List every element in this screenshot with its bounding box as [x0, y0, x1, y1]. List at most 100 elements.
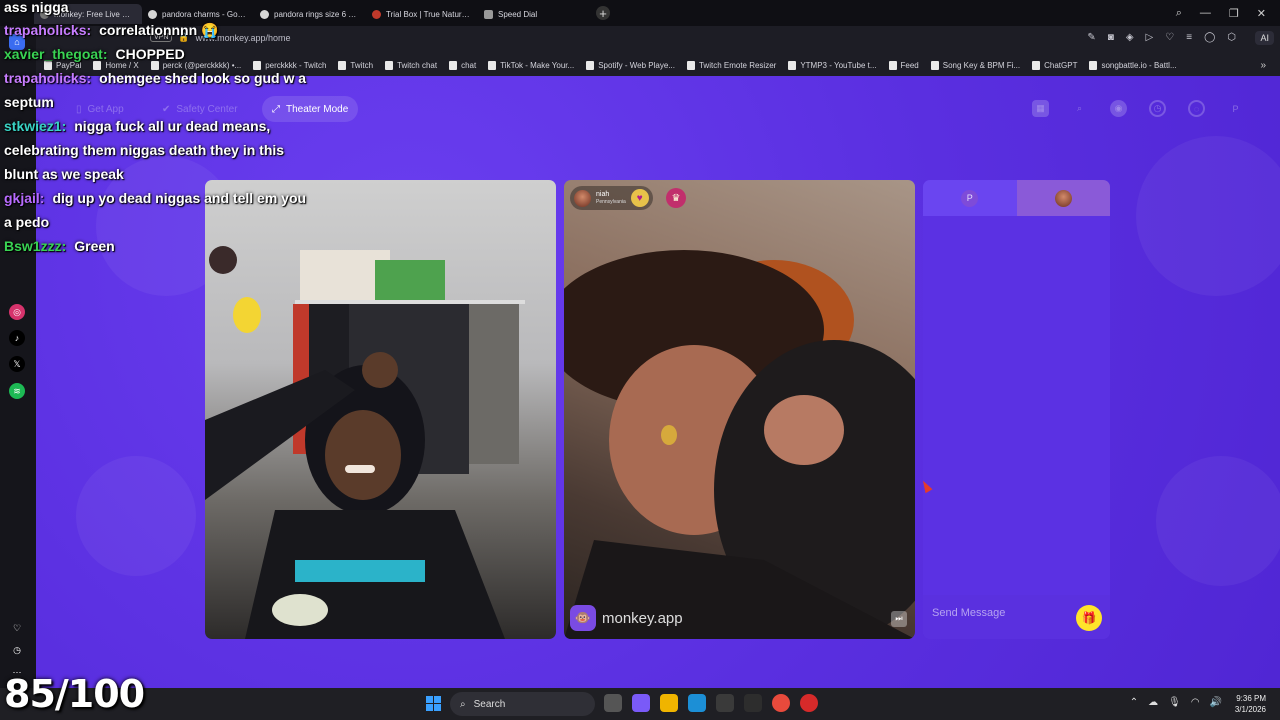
- theater-mode-button[interactable]: ⤢ Theater Mode: [262, 96, 359, 122]
- maximize-button[interactable]: ❐: [1229, 7, 1239, 20]
- menu-icon[interactable]: ≡: [1186, 32, 1192, 43]
- gift-badge-icon[interactable]: ♛: [666, 188, 686, 208]
- check-shield-icon: ✔: [162, 103, 171, 115]
- shield-icon[interactable]: ◈: [1126, 32, 1134, 43]
- bookmark[interactable]: songbattle.io - Battl...: [1089, 60, 1177, 70]
- shop-icon[interactable]: ▦: [1032, 100, 1049, 117]
- windows-taskbar: ⌕ Search ⌃ ☁ 🎙 ◠ 🔊 9:36 PM 3/1/2026: [0, 688, 1280, 720]
- screen: Monkey: Free Live Video C pandora charms…: [0, 0, 1280, 720]
- copilot-icon[interactable]: [632, 694, 650, 712]
- stream-score-overlay: 85/100: [4, 672, 145, 716]
- close-button[interactable]: ✕: [1257, 7, 1266, 20]
- bookmark-icon: [586, 60, 595, 70]
- heart-icon[interactable]: ♡: [1165, 32, 1174, 43]
- bookmark[interactable]: TikTok - Make Your...: [488, 60, 574, 70]
- tiktok-icon[interactable]: ♪: [9, 330, 25, 346]
- peer-info-badge[interactable]: niah Pennsylvania ♥: [570, 186, 653, 210]
- bookmark-icon: [788, 60, 797, 70]
- store-icon[interactable]: [716, 694, 734, 712]
- volume-icon[interactable]: 🔊: [1210, 697, 1222, 708]
- chrome-icon[interactable]: [772, 694, 790, 712]
- camera-icon[interactable]: ◙: [1108, 32, 1114, 43]
- bookmark-icon: [488, 60, 497, 70]
- skip-icon[interactable]: ⏭: [891, 611, 907, 627]
- bookmark[interactable]: Twitch: [338, 60, 373, 70]
- chat-message: celebrating them niggas death they in th…: [4, 142, 285, 158]
- held-object: [272, 594, 328, 626]
- bookmark[interactable]: Spotify - Web Playe...: [586, 60, 675, 70]
- messages-icon[interactable]: ◌: [1188, 100, 1205, 117]
- windows-start-icon[interactable]: [426, 696, 441, 711]
- taskbar-search[interactable]: ⌕ Search: [450, 692, 595, 716]
- window-controls: ⌕ — ❐ ✕: [1176, 0, 1280, 26]
- chat-tab-peer[interactable]: [1016, 180, 1110, 216]
- play-icon[interactable]: ▷: [1146, 32, 1154, 43]
- google-favicon-icon: [148, 9, 157, 19]
- chat-message: blunt as we speak: [4, 166, 124, 182]
- chat-message: xavier_thegoat: CHOPPED: [4, 46, 185, 62]
- taskbar-clock[interactable]: 9:36 PM 3/1/2026: [1235, 693, 1266, 715]
- coin-icon[interactable]: ◉: [1110, 100, 1127, 117]
- pikachu-plush: [233, 297, 261, 333]
- background-blob: [1156, 456, 1280, 586]
- profile-icon[interactable]: P: [1227, 100, 1244, 117]
- x-icon[interactable]: 𝕏: [9, 356, 25, 372]
- shirt-detail: [295, 560, 425, 582]
- more-bookmarks-icon[interactable]: »: [1260, 60, 1266, 71]
- chat-tab-self[interactable]: P: [923, 180, 1017, 216]
- peer-video: niah Pennsylvania ♥ ♛ 🐵 monkey.app ⏭: [564, 180, 915, 639]
- ai-button[interactable]: AI: [1255, 31, 1274, 45]
- background-blob: [76, 456, 196, 576]
- peer-location: Pennsylvania: [596, 199, 626, 205]
- bookmark[interactable]: Twitch chat: [385, 60, 437, 70]
- bookmark[interactable]: Song Key & BPM Fi...: [930, 60, 1020, 70]
- chat-tabs: P: [923, 180, 1110, 216]
- chat-message: trapaholicks: correlationnnn 😭: [4, 22, 219, 38]
- tab-speed-dial[interactable]: Speed Dial: [478, 4, 588, 24]
- new-tab-button[interactable]: +: [596, 6, 610, 20]
- peer-earring: [661, 425, 677, 445]
- tab-trial-box[interactable]: Trial Box | True Nature Me: [366, 4, 478, 24]
- chevron-up-icon[interactable]: ⌃: [1130, 697, 1138, 708]
- bookmark[interactable]: Feed: [888, 60, 919, 70]
- search-tabs-icon[interactable]: ⌕: [1176, 7, 1182, 20]
- history-icon[interactable]: ◷: [9, 642, 25, 658]
- heart-icon[interactable]: ♥: [630, 189, 649, 207]
- expand-icon: ⤢: [272, 103, 280, 115]
- edit-icon[interactable]: ✎: [1087, 32, 1095, 43]
- spotify-icon[interactable]: ≋: [9, 383, 25, 399]
- plush-toy: [209, 246, 237, 274]
- mic-icon[interactable]: 🎙: [1168, 697, 1181, 708]
- tab-pandora-rings[interactable]: pandora rings size 6 - Goo: [254, 4, 366, 24]
- toolbar-icons: ✎ ◙ ◈ ▷ ♡ ≡ ◯ ⬡: [1087, 32, 1236, 43]
- monkey-logo-icon: 🐵: [570, 605, 596, 631]
- bookmark-icon: [338, 60, 347, 70]
- tab-pandora-charms[interactable]: pandora charms - Google: [142, 4, 254, 24]
- background-blob: [1136, 136, 1280, 296]
- wifi-icon[interactable]: ◠: [1191, 697, 1200, 708]
- instagram-icon[interactable]: ◎: [9, 304, 25, 320]
- minimize-button[interactable]: —: [1200, 7, 1211, 19]
- phone-icon: ▯: [76, 103, 82, 115]
- search-icon[interactable]: ⌕: [1071, 100, 1088, 117]
- app-icon[interactable]: [744, 694, 762, 712]
- task-view-icon[interactable]: [604, 694, 622, 712]
- bookmark[interactable]: chat: [449, 60, 476, 70]
- cloud-icon[interactable]: ☁: [1148, 697, 1158, 708]
- heart-icon[interactable]: ♡: [9, 620, 25, 636]
- profile-icon[interactable]: ◯: [1204, 32, 1215, 43]
- file-explorer-icon[interactable]: [660, 694, 678, 712]
- self-video-scene: [205, 246, 525, 639]
- bookmark[interactable]: ChatGPT: [1032, 60, 1077, 70]
- bookmark[interactable]: Twitch Emote Resizer: [686, 60, 776, 70]
- opera-icon[interactable]: [800, 694, 818, 712]
- site-favicon-icon: [372, 9, 381, 19]
- bookmark[interactable]: perckkkk - Twitch: [253, 60, 326, 70]
- history-icon[interactable]: ◷: [1149, 100, 1166, 117]
- gift-icon[interactable]: 🎁: [1076, 605, 1102, 631]
- edge-icon[interactable]: [688, 694, 706, 712]
- bookmark-icon: [253, 60, 262, 70]
- bookmark[interactable]: YTMP3 - YouTube t...: [788, 60, 877, 70]
- extensions-icon[interactable]: ⬡: [1227, 32, 1236, 43]
- send-message-input[interactable]: Send Message: [932, 607, 1005, 619]
